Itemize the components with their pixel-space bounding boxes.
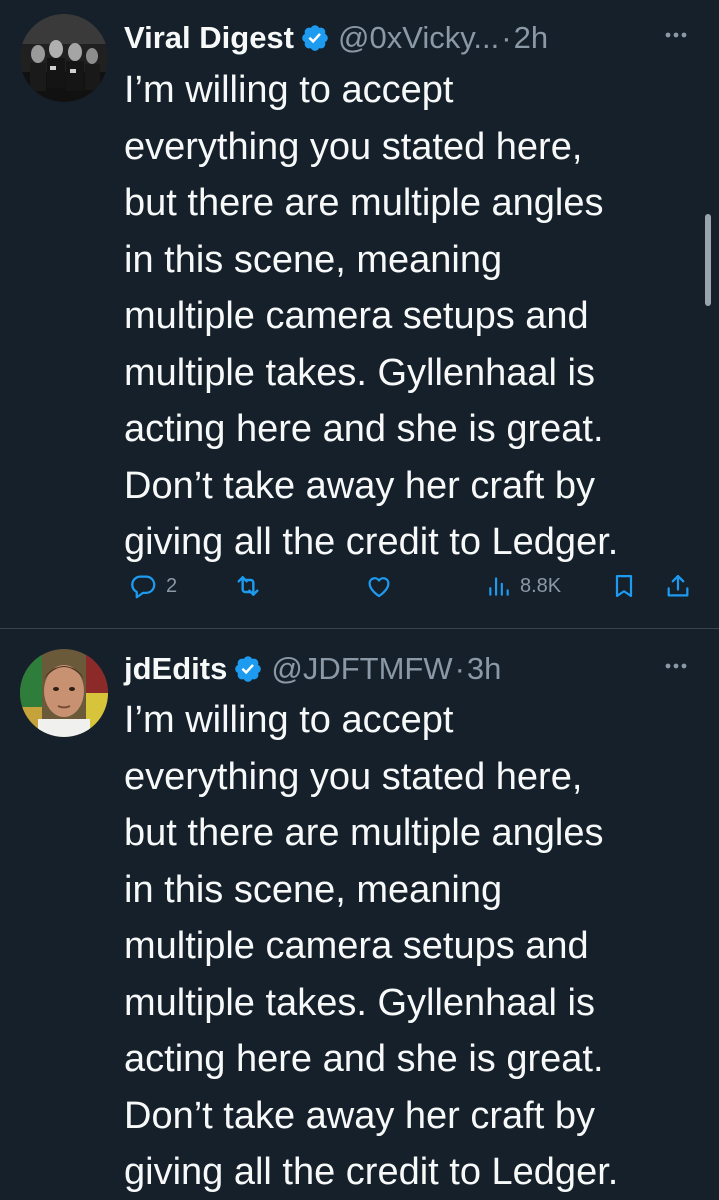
tweet-card[interactable]: Viral Digest @0xVicky... · 2h I’m willin… xyxy=(0,0,719,628)
verified-badge-icon xyxy=(233,654,263,684)
verified-badge-icon xyxy=(300,23,330,53)
views-button[interactable]: 8.8K xyxy=(486,566,561,606)
more-options-icon[interactable] xyxy=(661,20,691,50)
user-handle[interactable]: @JDFTMFW xyxy=(271,651,452,687)
display-name[interactable]: Viral Digest xyxy=(124,20,294,56)
reply-button[interactable]: 2 xyxy=(128,566,177,606)
retweet-button[interactable] xyxy=(232,566,264,606)
retweet-icon xyxy=(237,576,259,596)
avatar[interactable] xyxy=(20,14,108,102)
display-name[interactable]: jdEdits xyxy=(124,651,227,687)
reply-icon xyxy=(131,575,156,599)
share-button[interactable] xyxy=(664,566,692,606)
tweet-timestamp[interactable]: 2h xyxy=(514,20,548,56)
avatar[interactable] xyxy=(20,649,108,737)
share-icon xyxy=(667,574,689,597)
separator-dot: · xyxy=(501,20,512,55)
tweet-timestamp[interactable]: 3h xyxy=(467,651,501,687)
heart-icon xyxy=(368,577,390,598)
scrollbar[interactable] xyxy=(705,214,711,306)
tweet-actions: 2 8.8K xyxy=(124,566,704,606)
more-options-icon[interactable] xyxy=(661,651,691,681)
tweet-text: I’m willing to accept everything you sta… xyxy=(124,699,619,1193)
tweet-feed: Viral Digest @0xVicky... · 2h I’m willin… xyxy=(0,0,719,1200)
bookmark-icon xyxy=(615,574,633,598)
like-button[interactable] xyxy=(364,566,394,606)
tweet-text: I’m willing to accept everything you sta… xyxy=(124,69,619,563)
views-chart-icon xyxy=(489,577,509,596)
reply-count: 2 xyxy=(166,574,178,597)
avatar-image xyxy=(20,649,108,737)
separator-dot: · xyxy=(454,651,465,686)
bookmark-button[interactable] xyxy=(610,566,638,606)
tweet-card[interactable]: jdEdits @JDFTMFW · 3h I’m willing to acc… xyxy=(0,629,719,1200)
avatar-image xyxy=(20,14,108,102)
tweet-header: jdEdits @JDFTMFW · 3h xyxy=(124,647,695,691)
views-count: 8.8K xyxy=(520,574,562,597)
tweet-header: Viral Digest @0xVicky... · 2h xyxy=(124,16,695,60)
user-handle[interactable]: @0xVicky... xyxy=(338,20,499,56)
